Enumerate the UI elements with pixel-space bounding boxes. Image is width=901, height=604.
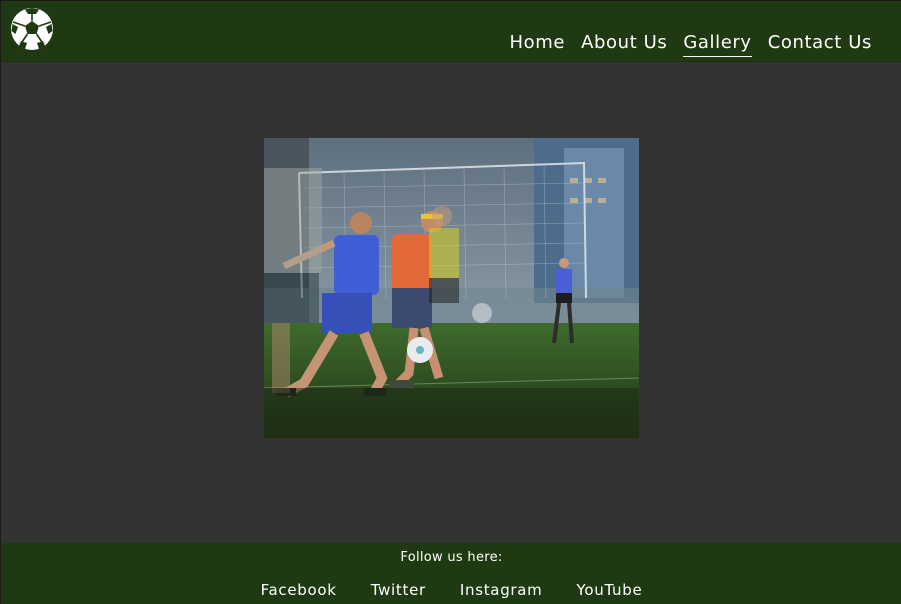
facebook-link[interactable]: Facebook [261, 581, 337, 599]
follow-us-text: Follow us here: [400, 550, 503, 565]
nav-contact-us-link[interactable]: Contact Us [768, 31, 872, 57]
gallery-section [1, 62, 901, 543]
soccer-match-photo[interactable] [264, 138, 639, 438]
social-links: Facebook Twitter Instagram YouTube [1, 581, 901, 599]
instagram-link[interactable]: Instagram [460, 581, 543, 599]
youtube-link[interactable]: YouTube [577, 581, 643, 599]
nav-home-link[interactable]: Home [510, 31, 566, 57]
nav-about-us-link[interactable]: About Us [581, 31, 667, 57]
nav-gallery-link[interactable]: Gallery [683, 31, 752, 57]
site-footer: Follow us here: Facebook Twitter Instagr… [1, 543, 901, 604]
twitter-link[interactable]: Twitter [371, 581, 426, 599]
site-header: Home About Us Gallery Contact Us [1, 1, 901, 62]
soccer-ball-icon[interactable] [10, 7, 54, 51]
main-nav: Home About Us Gallery Contact Us [510, 31, 872, 57]
page: Home About Us Gallery Contact Us Follow … [0, 0, 901, 604]
